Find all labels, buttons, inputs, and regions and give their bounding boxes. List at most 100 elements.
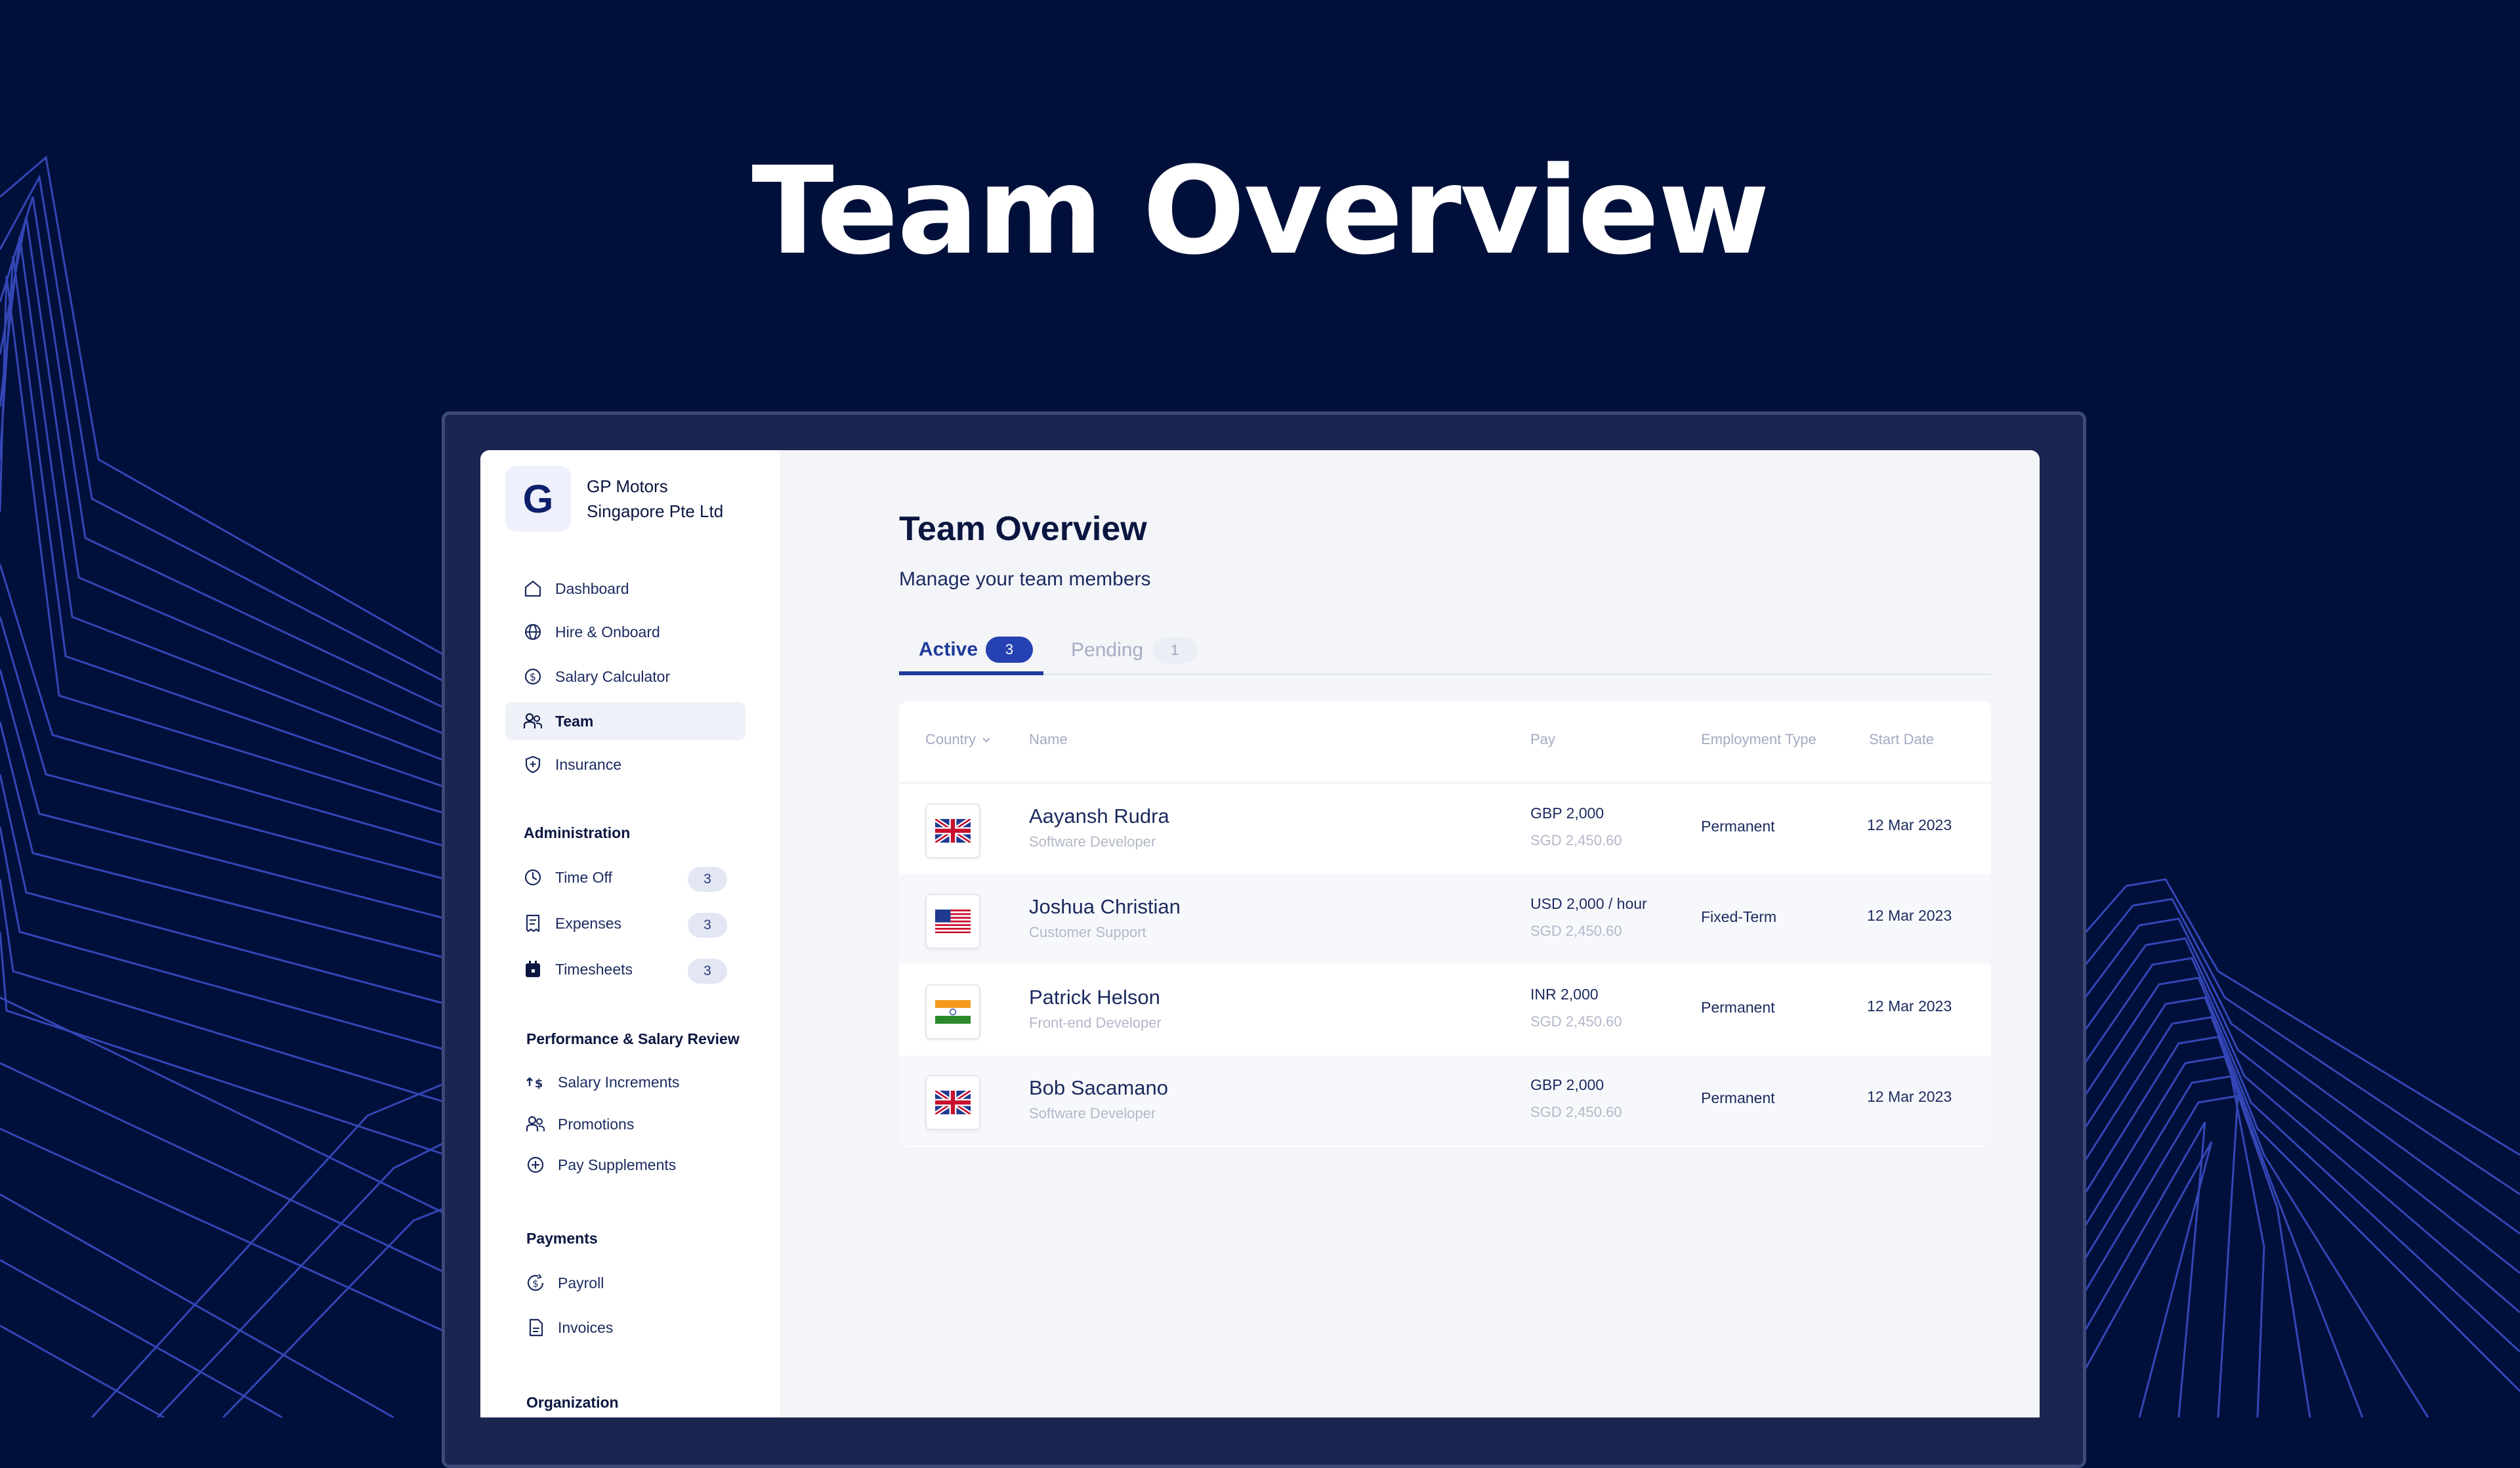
invoice-icon (529, 1318, 543, 1337)
receipt-icon (526, 914, 540, 933)
sidebar-item-label: Time Off (555, 868, 612, 886)
employment-type: Permanent (1701, 1089, 1775, 1106)
tab-active[interactable]: Active 3 (899, 627, 1043, 675)
sidebar-item-timesheets[interactable]: Timesheets 3 (505, 950, 746, 988)
tab-count-badge: 1 (1152, 637, 1198, 663)
sidebar-item-expenses[interactable]: Expenses 3 (505, 904, 746, 942)
salary-up-icon: $ (526, 1077, 543, 1091)
sidebar-item-salary-increments[interactable]: $ Salary Increments (505, 1063, 746, 1101)
shield-icon (525, 755, 541, 774)
sidebar-item-dashboard[interactable]: Dashboard (505, 570, 746, 608)
sidebar-item-pay-supplements[interactable]: Pay Supplements (505, 1146, 746, 1184)
svg-text:$: $ (530, 671, 536, 683)
sidebar-item-team[interactable]: Team (505, 702, 746, 740)
start-date: 12 Mar 2023 (1867, 1088, 1952, 1105)
sidebar-item-hire-onboard[interactable]: Hire & Onboard (505, 613, 746, 651)
dollar-circle-icon: $ (524, 668, 541, 685)
tab-bar: Active 3 Pending 1 (899, 627, 1991, 675)
org-name-line1: GP Motors (587, 476, 668, 496)
table-row[interactable]: Aayansh Rudra Software Developer GBP 2,0… (899, 784, 1991, 874)
globe-icon (524, 623, 541, 640)
tab-label: Active (919, 638, 978, 660)
team-table: Country Name Pay Employment Type Start D… (899, 701, 1991, 1147)
org-logo: G (505, 466, 571, 532)
count-badge: 3 (688, 959, 727, 984)
sidebar-item-label: Promotions (558, 1115, 635, 1133)
country-flag-cell (925, 894, 980, 949)
tab-pending[interactable]: Pending 1 (1071, 627, 1198, 673)
org-name-line2: Singapore Pte Ltd (587, 501, 724, 521)
member-name: Aayansh Rudra (1029, 805, 1169, 828)
table-row[interactable]: Bob Sacamano Software Developer GBP 2,00… (899, 1055, 1991, 1146)
pay-converted: SGD 2,450.60 (1530, 1013, 1622, 1030)
table-header: Country Name Pay Employment Type Start D… (899, 701, 1991, 784)
start-date: 12 Mar 2023 (1867, 907, 1952, 924)
table-row[interactable]: Joshua Christian Customer Support USD 2,… (899, 874, 1991, 965)
promotion-icon (526, 1116, 545, 1131)
sidebar-item-invoices[interactable]: Invoices (505, 1309, 746, 1347)
sidebar-item-label: Insurance (555, 755, 622, 773)
calendar-icon (526, 961, 540, 977)
pay-amount: GBP 2,000 (1530, 805, 1605, 822)
sidebar-item-label: Salary Calculator (555, 667, 671, 685)
sidebar-item-promotions[interactable]: Promotions (505, 1105, 746, 1143)
column-header-employment-type: Employment Type (1701, 731, 1816, 747)
hero-title: Team Overview (751, 141, 1770, 282)
member-name: Joshua Christian (1029, 895, 1181, 918)
start-date: 12 Mar 2023 (1867, 816, 1952, 833)
member-role: Front-end Developer (1029, 1015, 1162, 1031)
sidebar-item-label: Invoices (558, 1318, 614, 1336)
count-badge: 3 (688, 913, 727, 938)
country-flag-cell (925, 984, 980, 1039)
sidebar-item-salary-calculator[interactable]: $ Salary Calculator (505, 658, 746, 696)
pay-converted: SGD 2,450.60 (1530, 832, 1622, 849)
us-flag-icon (935, 910, 971, 933)
uk-flag-icon (935, 1091, 971, 1114)
member-name: Bob Sacamano (1029, 1076, 1168, 1099)
clock-icon (524, 869, 541, 886)
pay-amount: GBP 2,000 (1530, 1076, 1605, 1093)
team-icon (523, 713, 542, 728)
home-icon (524, 580, 541, 597)
employment-type: Fixed-Term (1701, 908, 1777, 925)
column-header-name: Name (1029, 731, 1068, 747)
column-header-pay: Pay (1530, 731, 1555, 747)
member-role: Software Developer (1029, 1105, 1156, 1122)
member-role: Software Developer (1029, 833, 1156, 850)
org-switcher[interactable]: G GP Motors Singapore Pte Ltd (505, 466, 723, 532)
sidebar-item-label: Timesheets (555, 960, 633, 978)
uk-flag-icon (935, 819, 971, 843)
pay-amount: INR 2,000 (1530, 986, 1599, 1003)
app-window: G GP Motors Singapore Pte Ltd Dashboard … (480, 450, 2040, 1417)
india-flag-icon (935, 1000, 971, 1024)
sidebar-item-insurance[interactable]: Insurance (505, 745, 746, 784)
section-heading-organization: Organization (526, 1394, 619, 1411)
tab-label: Pending (1071, 639, 1144, 661)
page-subtitle: Manage your team members (899, 568, 1151, 590)
plus-circle-icon (527, 1156, 544, 1173)
tab-count-badge: 3 (986, 636, 1034, 663)
column-header-country[interactable]: Country (925, 731, 993, 748)
member-name: Patrick Helson (1029, 986, 1160, 1009)
sidebar-item-label: Expenses (555, 914, 622, 932)
table-row[interactable]: Patrick Helson Front-end Developer INR 2… (899, 965, 1991, 1055)
pay-converted: SGD 2,450.60 (1530, 1104, 1622, 1120)
start-date: 12 Mar 2023 (1867, 997, 1952, 1015)
sidebar: G GP Motors Singapore Pte Ltd Dashboard … (480, 450, 780, 1417)
sidebar-item-time-off[interactable]: Time Off 3 (505, 858, 746, 896)
pay-amount: USD 2,000 / hour (1530, 895, 1647, 912)
country-flag-cell (925, 1075, 980, 1130)
member-role: Customer Support (1029, 924, 1146, 940)
svg-text:$: $ (535, 1077, 543, 1091)
column-header-start-date: Start Date (1869, 731, 1935, 747)
country-flag-cell (925, 803, 980, 858)
employment-type: Permanent (1701, 999, 1775, 1016)
section-heading-payments: Payments (526, 1230, 598, 1247)
sidebar-item-label: Hire & Onboard (555, 623, 660, 640)
sidebar-item-payroll[interactable]: $ Payroll (505, 1264, 746, 1302)
sidebar-item-label: Pay Supplements (558, 1156, 677, 1173)
section-heading-administration: Administration (524, 824, 631, 841)
sidebar-item-label: Team (555, 712, 594, 730)
employment-type: Permanent (1701, 818, 1775, 835)
sidebar-item-label: Salary Increments (558, 1073, 680, 1091)
